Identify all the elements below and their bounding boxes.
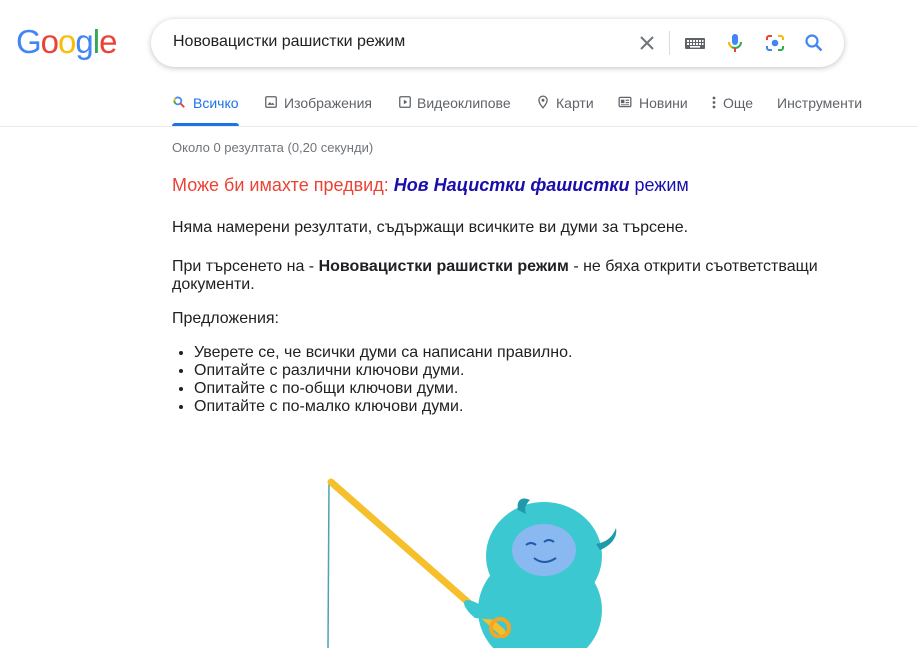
more-vert-icon <box>710 95 718 109</box>
did-you-mean-label: Може би имахте предвид: <box>172 175 389 195</box>
searched-prefix: При търсенето на - <box>172 258 315 275</box>
search-box <box>151 19 844 67</box>
no-results-message: Няма намерени резултати, съдържащи всичк… <box>172 219 689 236</box>
fishing-mascot-illustration <box>327 478 617 648</box>
tab-label: Още <box>723 95 754 111</box>
suggestion-item: Опитайте с по-малко ключови думи. <box>194 398 572 416</box>
video-icon <box>398 95 412 109</box>
search-icon[interactable] <box>802 31 826 55</box>
suggestions-list: Уверете се, че всички думи са написани п… <box>172 344 572 416</box>
camera-lens-icon[interactable] <box>763 31 787 55</box>
search-input[interactable] <box>173 33 613 51</box>
tab-label: Всичко <box>193 95 239 111</box>
result-stats: Около 0 резултата (0,20 секунди) <box>172 140 374 155</box>
news-icon <box>618 95 632 109</box>
suggestion-item: Уверете се, че всички думи са написани п… <box>194 344 572 362</box>
clear-icon[interactable] <box>635 31 659 55</box>
tab-label: Инструменти <box>777 95 863 111</box>
logo-letter: o <box>40 23 59 60</box>
tab-label: Новини <box>639 95 688 111</box>
tab-label: Карти <box>556 95 594 111</box>
tab-label: Видеоклипове <box>417 95 511 111</box>
did-you-mean: Може би имахте предвид: Нов Нацистки фаш… <box>172 175 689 196</box>
keyboard-icon[interactable] <box>683 31 707 55</box>
searched-for-message: При търсенето на - Нововацистки рашистки… <box>172 258 852 294</box>
search-icon <box>172 95 186 109</box>
image-icon <box>264 95 278 109</box>
logo-letter: o <box>58 23 76 60</box>
suggestion-item: Опитайте с по-общи ключови думи. <box>194 380 572 398</box>
tab-all[interactable]: Всичко <box>172 88 239 126</box>
did-you-mean-correction: Нов Нацистки фашистки <box>393 175 630 195</box>
suggestion-item: Опитайте с различни ключови думи. <box>194 362 572 380</box>
search-divider <box>669 31 670 55</box>
did-you-mean-rest: режим <box>634 175 689 195</box>
logo-letter: g <box>75 23 93 60</box>
logo-letter: G <box>16 23 42 60</box>
microphone-icon[interactable] <box>723 31 747 55</box>
did-you-mean-link[interactable]: Нов Нацистки фашистки режим <box>394 175 689 195</box>
searched-query: Нововацистки рашистки режим <box>318 258 569 275</box>
suggestions-title: Предложения: <box>172 310 279 327</box>
map-pin-icon <box>536 95 550 109</box>
header-divider <box>0 126 918 127</box>
google-logo[interactable]: Google <box>16 23 117 60</box>
logo-letter: e <box>99 23 117 60</box>
tab-label: Изображения <box>284 95 372 111</box>
